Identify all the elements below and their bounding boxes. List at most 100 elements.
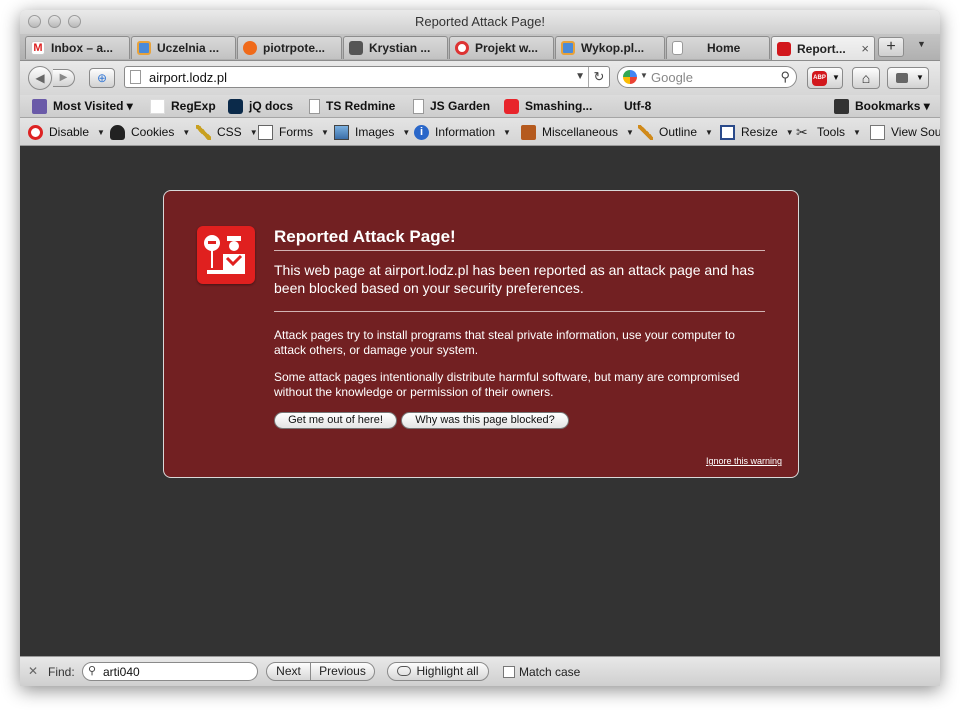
history-dropdown-icon[interactable]: ▼ xyxy=(575,71,585,82)
adblock-button[interactable]: ABP ▼ xyxy=(807,67,843,89)
guard-icon xyxy=(204,235,245,274)
devtool-resize[interactable]: Resize ▼ xyxy=(720,124,794,140)
chevron-down-icon: ▼ xyxy=(321,127,329,137)
match-case-checkbox[interactable] xyxy=(503,666,515,678)
devtool-information[interactable]: i Information ▼ xyxy=(414,124,511,140)
zoom-window-button[interactable] xyxy=(68,15,81,28)
devtool-miscellaneous[interactable]: Miscellaneous ▼ xyxy=(521,124,634,140)
error-short-description: This web page at airport.lodz.pl has bee… xyxy=(274,261,765,312)
minimize-window-button[interactable] xyxy=(48,15,61,28)
bookmark-ts-redmine[interactable]: TS Redmine xyxy=(309,98,395,114)
devtool-tools[interactable]: ✂ Tools ▼ xyxy=(796,124,861,140)
page-icon xyxy=(130,70,141,84)
devtool-images[interactable]: Images ▼ xyxy=(334,124,410,140)
tab-piotrpote[interactable]: piotrpote... xyxy=(237,36,342,59)
tab-projekt[interactable]: Projekt w... xyxy=(449,36,554,59)
bookmark-smashing[interactable]: Smashing... xyxy=(504,98,592,114)
tab-wykop[interactable]: Wykop.pl... xyxy=(555,36,665,59)
tab-close-icon[interactable]: × xyxy=(861,41,869,56)
web-developer-toolbar: Disable ▼ Cookies ▼ CSS ▼ Forms ▼ Images ▼ i … xyxy=(20,118,940,146)
gmail-icon: M xyxy=(31,41,45,55)
chevron-down-icon: ▼ xyxy=(916,73,924,82)
tab-inbox[interactable]: M Inbox – a... xyxy=(25,36,130,59)
highlight-all-button[interactable]: Highlight all xyxy=(387,662,489,681)
highlight-icon xyxy=(397,666,412,676)
devtool-css[interactable]: CSS ▼ xyxy=(196,124,258,140)
devtool-forms[interactable]: Forms ▼ xyxy=(258,124,329,140)
bookmark-jq-docs[interactable]: jQ docs xyxy=(228,98,293,114)
extension-icon xyxy=(896,73,908,83)
get-me-out-button[interactable]: Get me out of here! xyxy=(274,412,397,429)
back-forward-group: ◀ ▶ xyxy=(28,66,78,90)
speed-dial-button[interactable]: ⊕ xyxy=(89,68,115,88)
site-icon xyxy=(137,41,151,55)
bookmark-regexp[interactable]: RegExp xyxy=(150,98,216,114)
search-bar[interactable]: ▼ Google ⚲ xyxy=(617,66,797,88)
bookmark-most-visited[interactable]: Most Visited ▾ xyxy=(32,98,133,114)
tab-reported-attack[interactable]: Report... × xyxy=(771,36,875,60)
reload-icon[interactable]: ↻ xyxy=(588,67,609,87)
page-content: Reported Attack Page! This web page at a… xyxy=(20,146,940,656)
find-input-value[interactable]: arti040 xyxy=(103,665,140,679)
page-icon xyxy=(672,41,683,55)
extension-button[interactable]: ▼ xyxy=(887,67,929,89)
chevron-down-icon: ▼ xyxy=(626,127,634,137)
google-icon[interactable] xyxy=(623,70,637,84)
chevron-down-icon: ▼ xyxy=(97,127,105,137)
ignore-warning-link[interactable]: Ignore this warning xyxy=(706,456,782,466)
resize-icon xyxy=(720,124,735,140)
new-tab-button[interactable]: + xyxy=(878,37,904,57)
target-icon xyxy=(455,41,469,55)
bookmarks-bar: Most Visited ▾ RegExp jQ docs TS Redmine… xyxy=(20,95,940,118)
devtool-disable[interactable]: Disable ▼ xyxy=(28,124,105,140)
smashing-icon xyxy=(504,98,519,114)
attack-warning-box: Reported Attack Page! This web page at a… xyxy=(163,190,799,478)
forms-icon xyxy=(258,124,273,140)
find-input[interactable]: ⚲ arti040 xyxy=(82,662,258,681)
close-icon[interactable]: ✕ xyxy=(28,664,38,678)
images-icon xyxy=(334,124,349,140)
why-blocked-button[interactable]: Why was this page blocked? xyxy=(401,412,569,429)
url-text[interactable]: airport.lodz.pl xyxy=(149,70,227,85)
chevron-down-icon: ▼ xyxy=(503,127,511,137)
stop-icon xyxy=(777,41,791,56)
home-button[interactable]: ⌂ xyxy=(852,67,880,89)
bookmarks-menu[interactable]: Bookmarks ▾ xyxy=(834,98,930,114)
devtool-view-source[interactable]: View Sou xyxy=(870,124,940,140)
bookmark-utf8[interactable]: Utf-8 xyxy=(624,98,651,114)
tab-list-chevron-icon[interactable]: ▼ xyxy=(917,39,926,49)
engine-dropdown-icon[interactable]: ▼ xyxy=(640,71,648,80)
find-previous-button[interactable]: Previous xyxy=(310,662,375,681)
browser-window: Reported Attack Page! M Inbox – a... Ucz… xyxy=(20,10,940,686)
cookies-icon xyxy=(110,124,125,140)
error-long-description-2: Some attack pages intentionally distribu… xyxy=(274,370,740,399)
search-input[interactable]: Google xyxy=(651,70,693,85)
devtool-outline[interactable]: Outline ▼ xyxy=(638,124,713,140)
search-icon: ⚲ xyxy=(88,665,97,677)
tab-home[interactable]: Home xyxy=(666,36,770,59)
folder-icon xyxy=(32,98,47,114)
close-window-button[interactable] xyxy=(28,15,41,28)
title-bar: Reported Attack Page! xyxy=(20,10,940,34)
tab-uczelnia[interactable]: Uczelnia ... xyxy=(131,36,236,59)
chevron-down-icon: ▼ xyxy=(705,127,713,137)
match-case-label: Match case xyxy=(519,665,581,679)
chevron-down-icon: ▼ xyxy=(785,127,794,137)
back-button[interactable]: ◀ xyxy=(28,66,52,90)
adblock-icon: ABP xyxy=(812,71,827,86)
search-icon[interactable]: ⚲ xyxy=(780,69,790,85)
find-bar: ✕ Find: ⚲ arti040 Next Previous Highligh… xyxy=(20,656,940,686)
forward-button[interactable]: ▶ xyxy=(53,69,75,87)
find-next-button[interactable]: Next xyxy=(266,662,311,681)
tab-bar: M Inbox – a... Uczelnia ... piotrpote...… xyxy=(20,34,940,61)
error-title: Reported Attack Page! xyxy=(274,227,765,251)
site-icon xyxy=(561,41,575,55)
info-icon: i xyxy=(414,124,429,140)
devtool-cookies[interactable]: Cookies ▼ xyxy=(110,124,190,140)
url-bar[interactable]: airport.lodz.pl ▼ ↻ xyxy=(124,66,610,88)
jquery-icon xyxy=(228,98,243,114)
tab-krystian[interactable]: Krystian ... xyxy=(343,36,448,59)
bookmark-js-garden[interactable]: JS Garden xyxy=(413,98,490,114)
toolbox-icon xyxy=(521,124,536,140)
tools-icon: ✂ xyxy=(796,123,808,140)
